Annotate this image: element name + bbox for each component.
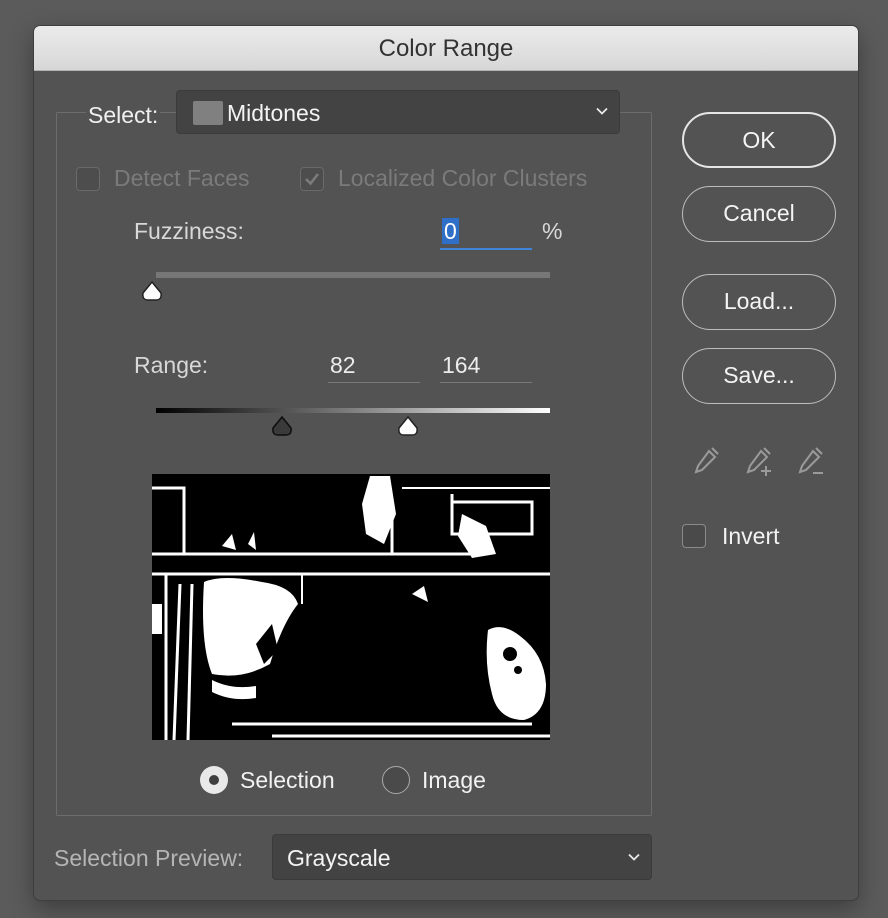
selection-preview-value: Grayscale (287, 845, 391, 871)
select-dropdown[interactable]: Midtones (176, 90, 620, 134)
select-value: Midtones (227, 100, 321, 126)
fuzziness-label: Fuzziness: (134, 218, 244, 244)
detect-faces-checkbox[interactable] (76, 167, 100, 191)
fuzziness-input[interactable]: 0 (440, 214, 532, 250)
image-radio-label: Image (422, 767, 486, 793)
eyedropper-plus-icon[interactable] (742, 442, 776, 478)
range-high-value: 164 (442, 352, 481, 378)
dialog-title: Color Range (34, 26, 858, 71)
checkmark-icon (305, 173, 320, 186)
grayscale-mask (152, 474, 550, 740)
selection-preview-image (152, 474, 550, 740)
chevron-down-icon (596, 107, 608, 115)
localized-clusters-label: Localized Color Clusters (338, 165, 588, 191)
color-range-dialog: Color Range Select: Midtones Detect Face… (34, 26, 858, 900)
fuzziness-slider-track[interactable] (156, 272, 550, 278)
cancel-button[interactable]: Cancel (682, 186, 836, 242)
range-high-thumb[interactable] (396, 415, 420, 437)
chevron-down-icon (628, 853, 640, 861)
selection-radio[interactable] (200, 766, 228, 794)
invert-label: Invert (722, 523, 780, 549)
fuzziness-value: 0 (442, 218, 459, 244)
image-radio[interactable] (382, 766, 410, 794)
range-label: Range: (134, 352, 209, 378)
load-button[interactable]: Load... (682, 274, 836, 330)
invert-checkbox[interactable] (682, 524, 706, 548)
localized-clusters-checkbox[interactable] (300, 167, 324, 191)
detect-faces-label: Detect Faces (114, 165, 250, 191)
eyedropper-icon[interactable] (690, 442, 724, 478)
range-low-input[interactable]: 82 (328, 348, 420, 383)
selection-preview-dropdown[interactable]: Grayscale (272, 834, 652, 880)
range-low-value: 82 (330, 352, 356, 378)
selection-radio-label: Selection (240, 767, 335, 793)
eyedropper-minus-icon[interactable] (794, 442, 828, 478)
color-swatch (193, 101, 223, 125)
fuzziness-slider-thumb[interactable] (140, 280, 164, 302)
save-button[interactable]: Save... (682, 348, 836, 404)
range-low-thumb[interactable] (270, 415, 294, 437)
ok-button[interactable]: OK (682, 112, 836, 168)
fuzziness-unit: % (542, 218, 563, 244)
range-gradient-track[interactable] (156, 408, 550, 413)
range-high-input[interactable]: 164 (440, 348, 532, 383)
selection-preview-label: Selection Preview: (54, 845, 244, 871)
select-label: Select: (86, 100, 161, 130)
